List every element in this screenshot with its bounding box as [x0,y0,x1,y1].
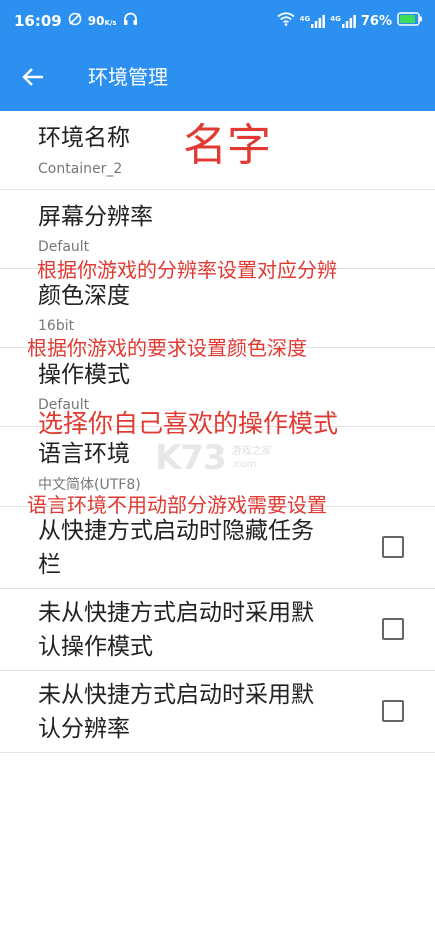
wifi-icon [277,12,295,30]
headphones-icon [123,12,138,30]
checkbox-row-default-operation-mode[interactable]: 未从快捷方式启动时采用默 认操作模式 [0,589,435,671]
status-left: 16:09 90K/s [14,12,138,30]
watermark-logo: K73 [155,438,227,478]
setting-value: 中文简体(UTF8) [38,477,141,493]
page-title: 环境管理 [88,65,168,89]
arrow-left-icon [22,68,43,86]
status-right: 4G 4G 76% [277,12,423,30]
signal-bars-icon [341,14,356,28]
annotation-operation-mode: 选择你自己喜欢的操作模式 [38,409,339,438]
checkbox-label: 从快捷方式启动时隐藏任务 栏 [38,518,314,578]
status-bar: 16:09 90K/s 4G 4G 76% [0,0,435,43]
signal-bars-icon [311,14,326,28]
setting-title: 屏幕分辨率 [38,204,153,230]
annotation-name: 名字 [183,120,271,171]
setting-value: Default [38,239,90,255]
default-operation-mode-checkbox[interactable] [382,618,404,640]
hide-taskbar-checkbox[interactable] [382,536,404,558]
checkbox-label: 未从快捷方式启动时采用默 认操作模式 [38,600,314,660]
battery-percent: 76% [360,13,392,29]
setting-title: 颜色深度 [38,283,130,309]
back-button[interactable] [16,61,50,93]
annotation-language: 语言环境不用动部分游戏需要设置 [27,493,327,517]
watermark: K73 游戏之家 .com [155,438,272,478]
battery-icon [397,12,423,30]
setting-title: 操作模式 [38,362,130,388]
checkbox-row-default-resolution[interactable]: 未从快捷方式启动时采用默 认分辨率 [0,671,435,753]
watermark-text: 游戏之家 .com [231,446,272,470]
annotation-resolution: 根据你游戏的分辨率设置对应分辨 [37,258,337,282]
status-time: 16:09 [14,12,62,30]
checkbox-row-hide-taskbar[interactable]: 从快捷方式启动时隐藏任务 栏 [0,507,435,589]
annotation-color-depth: 根据你游戏的要求设置颜色深度 [27,336,307,360]
setting-value: Container_2 [38,161,123,177]
app-bar: 环境管理 [0,43,435,111]
signal-1: 4G [300,14,326,28]
checkbox-label: 未从快捷方式启动时采用默 认分辨率 [38,682,314,742]
setting-title: 环境名称 [38,125,130,151]
net-speed: 90K/s [87,14,117,28]
do-not-disturb-icon [68,12,82,30]
default-resolution-checkbox[interactable] [382,700,404,722]
setting-value: 16bit [38,318,75,334]
setting-title: 语言环境 [38,441,130,467]
signal-2: 4G [330,14,356,28]
